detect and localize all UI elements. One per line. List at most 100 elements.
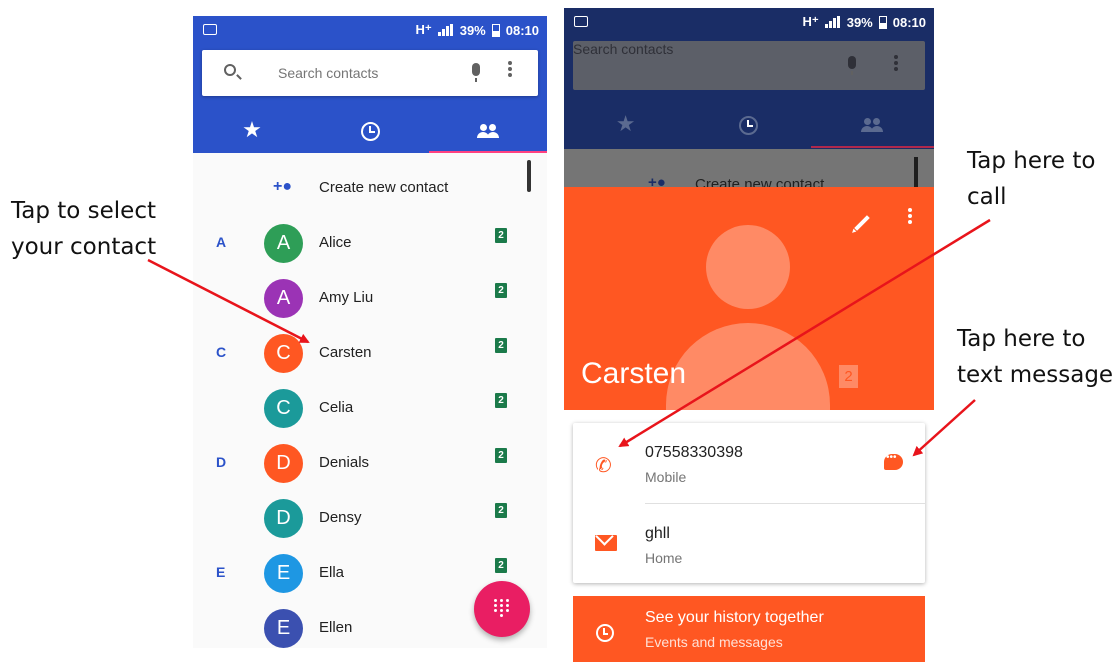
call-annotation-line2: call <box>967 184 1007 210</box>
sim-badge: 2 <box>839 365 858 388</box>
avatar[interactable]: C <box>264 389 303 428</box>
contact-row[interactable]: D D Denials 2 <box>193 436 547 491</box>
contact-name[interactable]: Amy Liu <box>319 289 373 306</box>
history-icon <box>596 624 614 642</box>
avatar[interactable]: C <box>264 334 303 373</box>
more-options-icon[interactable] <box>908 208 912 212</box>
clock-icon <box>739 115 759 135</box>
star-icon: ★ <box>242 117 262 142</box>
microphone-icon[interactable] <box>472 63 480 82</box>
edit-icon[interactable] <box>854 215 870 231</box>
tab-favorites[interactable]: ★ <box>193 110 311 153</box>
battery-percent: 39% <box>459 22 486 38</box>
section-letter: E <box>216 564 226 580</box>
history-title: See your history together <box>645 609 824 626</box>
sim-badge: 2 <box>495 338 507 353</box>
avatar[interactable]: E <box>264 554 303 593</box>
clock-time: 08:10 <box>505 22 539 38</box>
contact-name: Carsten <box>581 357 687 390</box>
sim-badge: 2 <box>495 228 507 243</box>
contact-row[interactable]: A A Alice 2 <box>193 216 547 271</box>
call-annotation-line1: Tap here to <box>967 148 1096 174</box>
section-letter: C <box>216 344 227 360</box>
message-icon[interactable] <box>884 452 903 470</box>
contact-name[interactable]: Ellen <box>319 619 352 636</box>
phone-type: Mobile <box>645 469 687 485</box>
search-input[interactable]: Search contacts <box>278 65 378 81</box>
contact-row[interactable]: C C Carsten 2 <box>193 326 547 381</box>
dialpad-button[interactable] <box>474 581 530 637</box>
contact-name[interactable]: Densy <box>319 509 362 526</box>
avatar[interactable]: E <box>264 609 303 648</box>
email-address[interactable]: ghll <box>645 525 670 543</box>
app-header: H⁺ 39% 08:10 Search contacts ★ <box>193 16 547 153</box>
microphone-icon <box>848 56 856 75</box>
tab-bar: ★ <box>193 110 547 153</box>
tab-contacts[interactable] <box>429 110 547 153</box>
clock-icon <box>360 121 380 141</box>
more-options-icon <box>894 55 898 59</box>
battery-icon <box>491 23 500 37</box>
annotation-arrows <box>147 218 991 457</box>
contact-row[interactable]: D Densy 2 <box>193 491 547 546</box>
contact-name[interactable]: Carsten <box>319 344 372 361</box>
scrollbar <box>914 157 918 187</box>
email-type: Home <box>645 550 683 566</box>
call-annotation: Tap here to call <box>967 143 1095 215</box>
divider <box>645 503 925 504</box>
contact-name[interactable]: Ella <box>319 564 344 581</box>
people-icon <box>861 118 884 133</box>
battery-percent: 39% <box>846 14 873 30</box>
dimmed-list: +● Create new contact <box>564 149 934 193</box>
select-annotation: Tap to select your contact <box>11 193 156 265</box>
people-icon <box>477 124 499 139</box>
sim-badge: 2 <box>495 503 507 518</box>
contact-detail-screen: H⁺ 39% 08:10 Search contacts ★ +● Create… <box>564 8 934 662</box>
search-bar[interactable]: Search contacts <box>202 50 538 96</box>
avatar[interactable]: D <box>264 444 303 483</box>
more-options-icon[interactable] <box>508 61 512 65</box>
status-bar: H⁺ 39% 08:10 <box>193 16 547 44</box>
contact-name[interactable]: Celia <box>319 399 353 416</box>
search-bar: Search contacts <box>573 41 925 90</box>
tab-recents[interactable] <box>311 110 429 153</box>
signal-icon <box>437 24 454 36</box>
avatar[interactable]: A <box>264 224 303 263</box>
contact-row[interactable]: C Celia 2 <box>193 381 547 436</box>
tab-contacts <box>810 104 934 148</box>
search-input: Search contacts <box>573 41 674 57</box>
tab-bar: ★ <box>564 104 934 148</box>
contact-header: Carsten 2 <box>564 187 934 410</box>
contact-info-card: ✆ 07558330398 Mobile ghll Home <box>573 423 925 583</box>
gallery-notification-icon <box>203 24 217 35</box>
battery-icon <box>878 15 887 29</box>
add-person-icon: +● <box>273 178 293 195</box>
dialpad-icon <box>494 599 510 619</box>
gallery-notification-icon <box>574 16 588 27</box>
contacts-list-screen: H⁺ 39% 08:10 Search contacts ★ +● Create… <box>193 16 547 648</box>
create-new-contact-item[interactable]: +● Create new contact <box>193 166 547 210</box>
avatar[interactable]: D <box>264 499 303 538</box>
search-icon <box>224 64 236 76</box>
section-letter: A <box>216 234 227 250</box>
network-type: H⁺ <box>415 22 432 37</box>
avatar-placeholder-head <box>706 225 790 309</box>
select-annotation-line2: your contact <box>11 234 157 260</box>
avatar-placeholder-body <box>666 323 830 410</box>
section-letter: D <box>216 454 227 470</box>
history-subtitle: Events and messages <box>645 634 783 650</box>
tab-recents <box>687 104 810 148</box>
sim-badge: 2 <box>495 558 507 573</box>
select-annotation-line1: Tap to select <box>11 198 156 224</box>
contact-name[interactable]: Alice <box>319 234 352 251</box>
contact-name[interactable]: Denials <box>319 454 369 471</box>
text-annotation-line1: Tap here to <box>957 326 1086 352</box>
avatar[interactable]: A <box>264 279 303 318</box>
phone-number[interactable]: 07558330398 <box>645 444 743 462</box>
phone-icon[interactable]: ✆ <box>595 453 612 478</box>
sim-badge: 2 <box>495 448 507 463</box>
contact-row[interactable]: A Amy Liu 2 <box>193 271 547 326</box>
text-annotation-line2: text message <box>957 362 1114 388</box>
email-icon[interactable] <box>595 535 617 551</box>
history-card[interactable]: See your history together Events and mes… <box>573 596 925 662</box>
